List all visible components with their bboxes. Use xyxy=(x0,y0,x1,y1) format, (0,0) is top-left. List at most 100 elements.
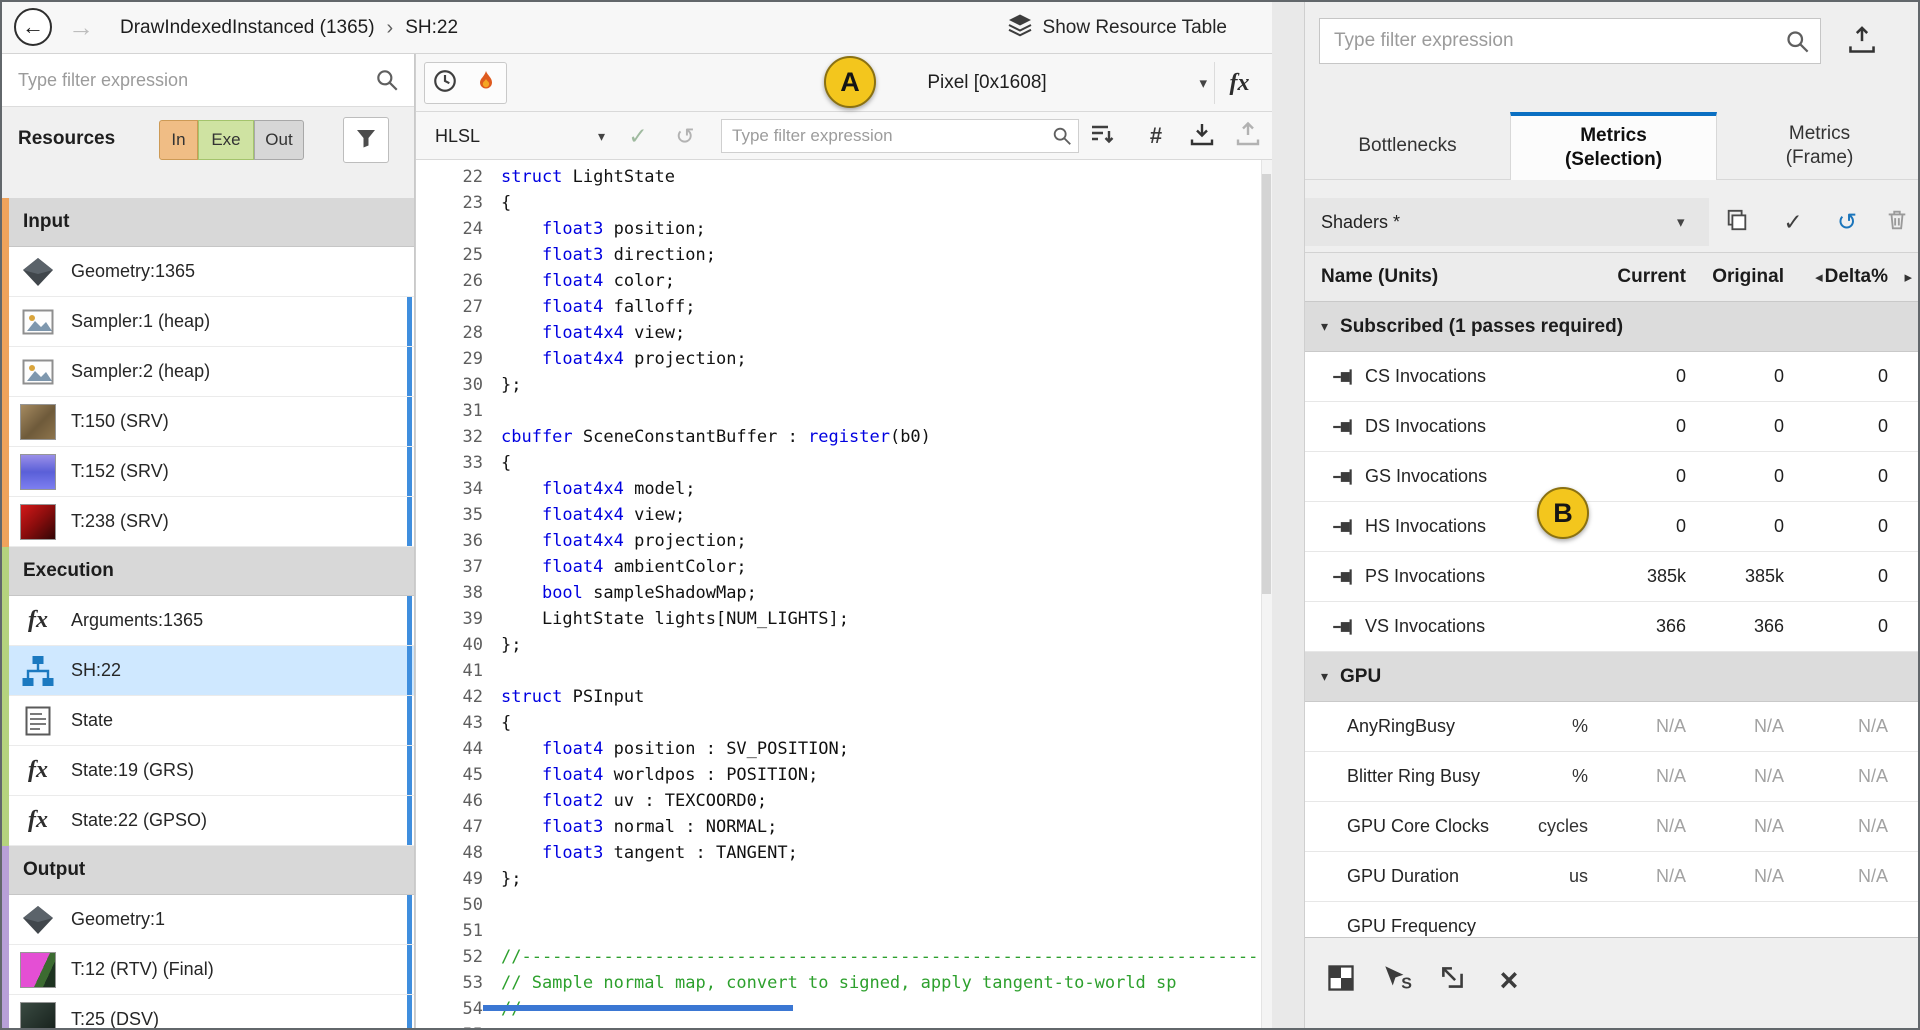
save-shader-button[interactable] xyxy=(1185,121,1219,151)
resource-item[interactable]: fxState:19 (GRS) xyxy=(9,746,414,796)
code-line: 30}; xyxy=(416,372,1272,398)
metrics-filter-input[interactable] xyxy=(1320,19,1820,63)
apply-metrics-button[interactable]: ✓ xyxy=(1773,202,1813,242)
show-resource-table-button[interactable]: Show Resource Table xyxy=(1007,2,1227,54)
metric-units: cycles xyxy=(1496,816,1588,837)
metrics-preset-dropdown[interactable]: Shaders * ▾ xyxy=(1305,198,1709,246)
tex-dark-icon xyxy=(19,1001,57,1030)
code-text: struct PSInput xyxy=(501,684,644,710)
resource-item-label: T:152 (SRV) xyxy=(71,461,169,482)
column-scroll-left-icon[interactable]: ◂ xyxy=(1815,269,1823,286)
funnel-icon xyxy=(354,126,378,155)
code-text: float4x4 model; xyxy=(501,476,696,502)
timing-button[interactable] xyxy=(424,62,466,104)
filter-resources-button[interactable] xyxy=(343,117,389,163)
resource-section-execution: ExecutionfxArguments:1365SH:22StatefxSta… xyxy=(2,547,414,846)
delete-metrics-button[interactable] xyxy=(1877,202,1917,242)
resource-item[interactable]: fxArguments:1365 xyxy=(9,596,414,646)
pin-icon[interactable] xyxy=(1331,365,1355,389)
pin-icon[interactable] xyxy=(1331,565,1355,589)
section-header[interactable]: Execution xyxy=(9,547,414,596)
back-arrow-icon: ← xyxy=(22,14,44,40)
tab-metrics-frame[interactable]: Metrics(Frame) xyxy=(1717,112,1920,180)
toggle-line-numbers-button[interactable]: # xyxy=(1139,121,1173,151)
resource-item[interactable]: T:238 (SRV) xyxy=(9,497,414,547)
modified-indicator xyxy=(407,895,412,944)
metric-row[interactable]: CS Invocations000 xyxy=(1305,352,1920,402)
copy-metrics-button[interactable] xyxy=(1717,202,1757,242)
back-button[interactable]: ← xyxy=(14,8,52,46)
metric-row[interactable]: DS Invocations000 xyxy=(1305,402,1920,452)
resource-item[interactable]: Sampler:1 (heap) xyxy=(9,297,414,347)
tab-metrics-selection[interactable]: Metrics(Selection) xyxy=(1510,112,1717,180)
resource-item[interactable]: Sampler:2 (heap) xyxy=(9,347,414,397)
shader-select-button[interactable]: S xyxy=(1377,960,1417,1000)
pin-icon[interactable] xyxy=(1331,415,1355,439)
hot-shader-button[interactable] xyxy=(465,62,507,104)
forward-button[interactable]: → xyxy=(64,10,98,44)
resource-item[interactable]: SH:22 xyxy=(9,646,414,696)
breadcrumb-shader[interactable]: SH:22 xyxy=(405,17,458,39)
resources-label: Resources xyxy=(18,128,115,150)
line-number: 37 xyxy=(416,554,501,580)
resources-filter-input[interactable] xyxy=(2,54,414,106)
resource-item[interactable]: T:152 (SRV) xyxy=(9,447,414,497)
resource-item[interactable]: T:150 (SRV) xyxy=(9,397,414,447)
metric-row[interactable]: HS Invocations000 xyxy=(1305,502,1920,552)
pixel-history-button[interactable] xyxy=(1321,960,1361,1000)
resource-item[interactable]: State xyxy=(9,696,414,746)
modified-indicator xyxy=(407,995,412,1030)
pin-icon[interactable] xyxy=(1331,615,1355,639)
reset-metrics-button[interactable]: ↺ xyxy=(1827,202,1867,242)
resource-item[interactable]: T:25 (DSV) xyxy=(9,995,414,1030)
column-header-original: Original xyxy=(1686,266,1784,288)
language-dropdown[interactable]: HLSL ▾ xyxy=(435,112,605,160)
code-line: 38 bool sampleShadowMap; xyxy=(416,580,1272,606)
metric-row[interactable]: VS Invocations3663660 xyxy=(1305,602,1920,652)
metric-row[interactable]: PS Invocations385k385k0 xyxy=(1305,552,1920,602)
sampler-icon xyxy=(19,353,57,391)
tab-bottlenecks[interactable]: Bottlenecks xyxy=(1305,112,1510,180)
toggle-exe[interactable]: Exe xyxy=(198,120,254,160)
metric-row[interactable]: GPU DurationusN/AN/AN/A xyxy=(1305,852,1920,902)
goto-source-button[interactable] xyxy=(1433,960,1473,1000)
load-shader-button[interactable] xyxy=(1231,121,1265,151)
resource-item-label: T:150 (SRV) xyxy=(71,411,169,432)
metric-row[interactable]: GS Invocations000 xyxy=(1305,452,1920,502)
horizontal-scrollbar-thumb[interactable] xyxy=(483,1005,793,1011)
export-metrics-button[interactable] xyxy=(1839,19,1885,65)
metric-row[interactable]: AnyRingBusy%N/AN/AN/A xyxy=(1305,702,1920,752)
resource-item[interactable]: T:12 (RTV) (Final) xyxy=(9,945,414,995)
section-header[interactable]: Input xyxy=(9,198,414,247)
code-text: float4 ambientColor; xyxy=(501,554,747,580)
metric-group-header[interactable]: ▾Subscribed (1 passes required) xyxy=(1305,302,1920,352)
breadcrumb-event[interactable]: DrawIndexedInstanced (1365) xyxy=(120,17,375,39)
code-text: float3 position; xyxy=(501,216,706,242)
pin-icon[interactable] xyxy=(1331,515,1355,539)
toggle-out[interactable]: Out xyxy=(254,120,304,160)
metric-group-header[interactable]: ▾GPU xyxy=(1305,652,1920,702)
line-number: 40 xyxy=(416,632,501,658)
clear-selection-button[interactable]: × xyxy=(1489,960,1529,1000)
revert-edit-button[interactable]: ↺ xyxy=(668,121,702,151)
code-text: // Sample normal map, convert to signed,… xyxy=(501,970,1177,996)
toggle-in[interactable]: In xyxy=(159,120,198,160)
vertical-scrollbar-thumb[interactable] xyxy=(1262,174,1271,594)
code-editor[interactable]: 22struct LightState23{24 float3 position… xyxy=(416,160,1272,1030)
export-icon xyxy=(1847,25,1877,60)
pin-icon[interactable] xyxy=(1331,465,1355,489)
resource-item[interactable]: Geometry:1 xyxy=(9,895,414,945)
resource-item[interactable]: fxState:22 (GPSO) xyxy=(9,796,414,846)
section-header[interactable]: Output xyxy=(9,846,414,895)
metric-row[interactable]: Blitter Ring Busy%N/AN/AN/A xyxy=(1305,752,1920,802)
line-number: 45 xyxy=(416,762,501,788)
apply-edit-button[interactable]: ✓ xyxy=(621,121,655,151)
vertical-scrollbar[interactable] xyxy=(1261,160,1272,1030)
sort-filter-button[interactable] xyxy=(1085,121,1119,151)
resource-section-input: InputGeometry:1365Sampler:1 (heap)Sample… xyxy=(2,198,414,547)
edit-shader-button[interactable]: fx xyxy=(1214,62,1264,104)
editor-filter-input[interactable] xyxy=(722,120,1078,152)
resource-item[interactable]: Geometry:1365 xyxy=(9,247,414,297)
column-scroll-right-icon[interactable]: ▸ xyxy=(1904,268,1912,286)
metric-row[interactable]: GPU Core ClockscyclesN/AN/AN/A xyxy=(1305,802,1920,852)
